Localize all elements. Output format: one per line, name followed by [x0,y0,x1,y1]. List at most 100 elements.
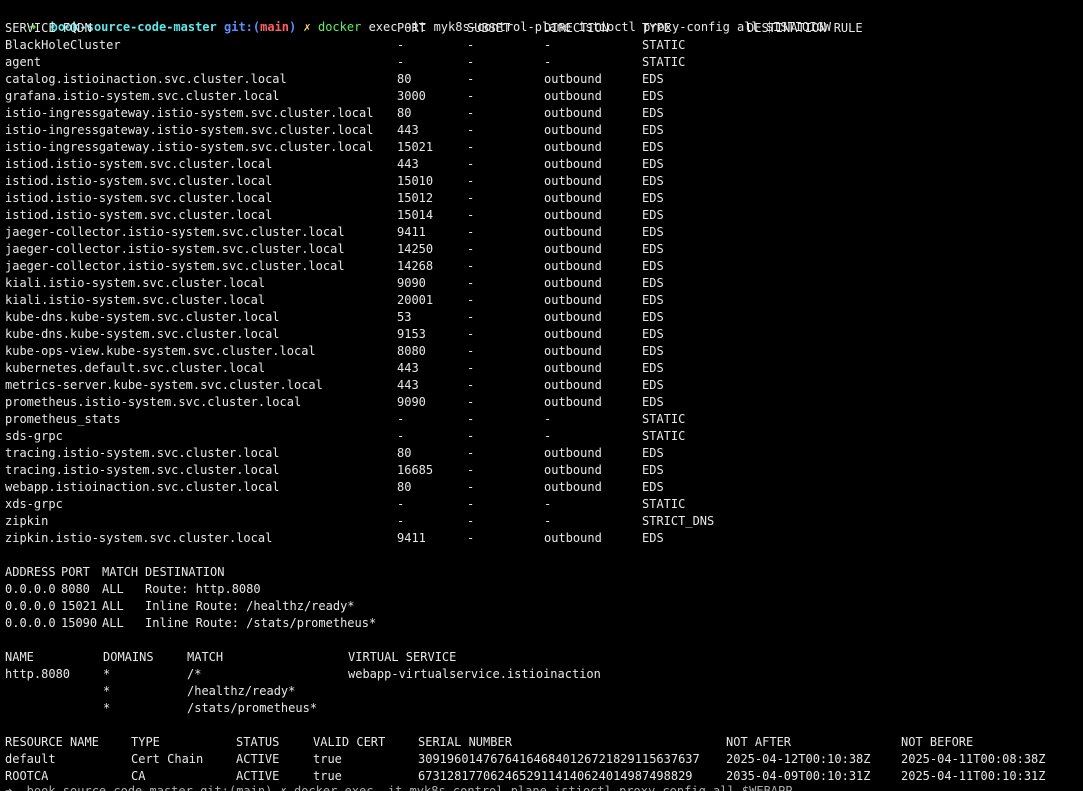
listener-cell: ALL [102,582,124,596]
cluster-cell: EDS [642,259,664,273]
cluster-cell: 9090 [397,276,426,290]
cluster-row: BlackHoleCluster - - - STATIC [5,37,1080,54]
cluster-cell: - [467,514,475,528]
cluster-cell: STATIC [642,412,686,426]
cluster-row: kiali.istio-system.svc.cluster.local 9090… [5,275,1080,292]
cluster-row: jaeger-collector.istio-system.svc.cluste… [5,224,1080,241]
cluster-cell: outbound [544,242,602,256]
cluster-cell: outbound [544,463,602,477]
cluster-cell: EDS [642,344,664,358]
route-cell: * [103,701,111,715]
listener-header-cell: PORT [61,565,90,579]
cluster-cell: outbound [544,225,602,239]
cluster-cell: outbound [544,361,602,375]
cluster-cell: - [467,89,475,103]
secret-header-cell: TYPE [131,735,160,749]
cluster-cell: catalog.istioinaction.svc.cluster.local [5,72,287,86]
cluster-cell: 443 [397,157,419,171]
listener-row: 0.0.0.0 15090 ALL Inline Route: /stats/prom… [5,615,1080,632]
listener-cell: ALL [102,616,124,630]
cluster-cell: 443 [397,378,419,392]
cluster-cell: jaeger-collector.istio-system.svc.cluste… [5,225,345,239]
listener-row: 0.0.0.0 15021 ALL Inline Route: /healthz/re… [5,598,1080,615]
cluster-row: metrics-server.kube-system.svc.cluster.l… [5,377,1080,394]
cluster-cell: kube-dns.kube-system.svc.cluster.local [5,310,280,324]
route-cell: * [103,684,111,698]
cluster-cell: EDS [642,191,664,205]
terminal-window[interactable]: ➜ book-source-code-master git:(main) ✗ d… [0,0,1083,791]
cluster-cell: prometheus.istio-system.svc.cluster.loca… [5,395,302,409]
cluster-cell: outbound [544,208,602,222]
cluster-row: prometheus_stats - - - STATIC [5,411,1080,428]
cluster-cell: STATIC [642,497,686,511]
secret-header-cell: VALID CERT [313,735,386,749]
cluster-cell: EDS [642,361,664,375]
cluster-row: jaeger-collector.istio-system.svc.cluste… [5,258,1080,275]
route-row: http.8080 * /* webapp-virtualservice.istioi… [5,666,1080,683]
cluster-row: prometheus.istio-system.svc.cluster.loca… [5,394,1080,411]
cluster-cell: - [397,429,405,443]
cluster-cell: 15010 [397,174,434,188]
command-prompt-line: ➜ book-source-code-master git:(main) ✗ d… [0,2,1075,34]
cluster-cell: jaeger-collector.istio-system.svc.cluste… [5,242,345,256]
cluster-row: istio-ingressgateway.istio-system.svc.cl… [5,139,1080,156]
cluster-cell: 16685 [397,463,434,477]
cluster-cell: 9411 [397,225,426,239]
route-header-row: NAME DOMAINS MATCH VIRTUAL SERVICE [5,649,1080,666]
cluster-cell: - [467,378,475,392]
cluster-cell: EDS [642,174,664,188]
cluster-cell: tracing.istio-system.svc.cluster.local [5,463,280,477]
cluster-cell: - [467,174,475,188]
cluster-cell: - [467,293,475,307]
cluster-cell: outbound [544,157,602,171]
route-cell: http.8080 [5,667,71,681]
cluster-header-cell: PORT [397,21,426,35]
cluster-cell: sds-grpc [5,429,63,443]
listener-cell: Inline Route: /healthz/ready* [145,599,355,613]
secret-cell: true [313,752,342,766]
cluster-cell: kube-dns.kube-system.svc.cluster.local [5,327,280,341]
cluster-cell: outbound [544,310,602,324]
cluster-cell: - [467,531,475,545]
cluster-cell: outbound [544,531,602,545]
secret-cell: 2025-04-12T00:10:38Z [726,752,871,766]
cluster-cell: EDS [642,140,664,154]
cluster-cell: EDS [642,378,664,392]
cluster-cell: 15012 [397,191,434,205]
cluster-cell: outbound [544,174,602,188]
cluster-cell: outbound [544,378,602,392]
cluster-cell: EDS [642,225,664,239]
cluster-cell: istio-ingressgateway.istio-system.svc.cl… [5,123,374,137]
cluster-row: sds-grpc - - - STATIC [5,428,1080,445]
cluster-row: tracing.istio-system.svc.cluster.local 16… [5,462,1080,479]
cluster-cell: - [467,208,475,222]
cluster-cell: EDS [642,89,664,103]
cluster-cell: 80 [397,480,412,494]
cluster-cell: - [467,361,475,375]
cluster-cell: kube-ops-view.kube-system.svc.cluster.lo… [5,344,316,358]
listener-cell: 0.0.0.0 [5,599,56,613]
cluster-cell: EDS [642,242,664,256]
cluster-cell: 53 [397,310,412,324]
cluster-cell: STATIC [642,38,686,52]
cluster-cell: - [467,344,475,358]
secret-cell: ACTIVE [236,752,280,766]
cluster-cell: - [467,446,475,460]
route-header-cell: NAME [5,650,34,664]
cluster-cell: - [467,225,475,239]
cluster-header-row: SERVICE FQDN PORT SUBSET DIRECTION TYPE DESTI… [5,20,1080,37]
cluster-cell: 9153 [397,327,426,341]
cluster-cell: 9090 [397,395,426,409]
cluster-row: grafana.istio-system.svc.cluster.local 30… [5,88,1080,105]
cluster-row: istiod.istio-system.svc.cluster.local 150… [5,190,1080,207]
cluster-cell: 443 [397,361,419,375]
cluster-cell: - [544,429,552,443]
secret-header-cell: STATUS [236,735,280,749]
secret-cell: Cert Chain [131,752,204,766]
cluster-cell: EDS [642,106,664,120]
listener-cell: 0.0.0.0 [5,582,56,596]
cluster-cell: metrics-server.kube-system.svc.cluster.l… [5,378,323,392]
cluster-cell: 15021 [397,140,434,154]
cluster-cell: 14250 [397,242,434,256]
secret-row: default Cert Chain ACTIVE true 3091960147676… [5,751,1080,768]
